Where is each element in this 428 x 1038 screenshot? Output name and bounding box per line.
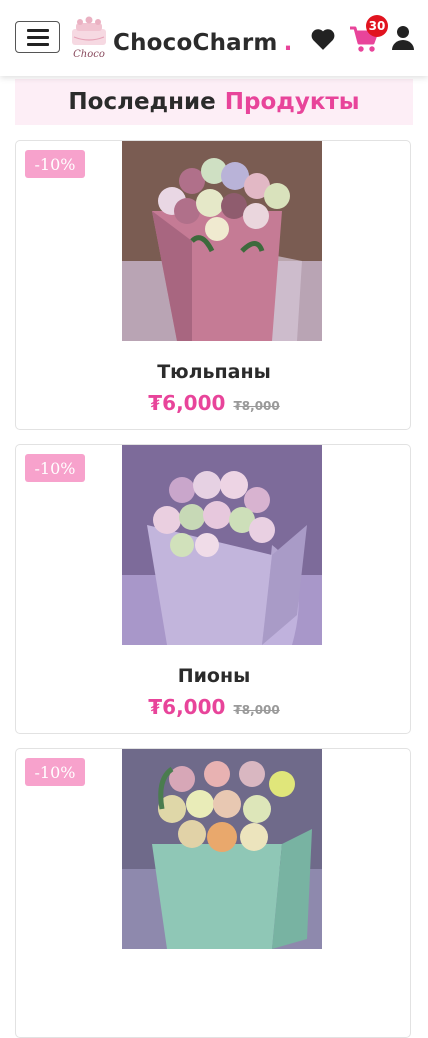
user-icon[interactable]	[392, 25, 414, 51]
menu-bar-icon	[26, 35, 49, 39]
logo-text: Choco	[73, 49, 105, 60]
price-row: ₮6,000 ₮8,000	[16, 695, 412, 719]
discount-badge: -10%	[25, 150, 85, 178]
product-name[interactable]: Пионы	[16, 665, 412, 687]
product-image[interactable]	[122, 445, 322, 645]
product-old-price: ₮8,000	[233, 399, 280, 413]
product-card[interactable]: -10%	[15, 748, 411, 1038]
product-price: ₮6,000	[148, 695, 226, 719]
site-header: Choco ChocoCharm. 30	[0, 0, 428, 76]
hamburger-menu-button[interactable]	[15, 21, 60, 53]
discount-badge: -10%	[25, 454, 85, 482]
product-price: ₮6,000	[148, 391, 226, 415]
product-image[interactable]	[122, 749, 322, 949]
menu-bar-icon	[26, 28, 49, 32]
cart-count-badge: 30	[366, 15, 388, 37]
brand-name[interactable]: ChocoCharm.	[113, 30, 293, 56]
heart-icon[interactable]	[310, 27, 336, 51]
menu-bar-icon	[26, 42, 49, 46]
section-title-word2: Продукты	[224, 89, 360, 115]
product-old-price: ₮8,000	[233, 703, 280, 717]
section-title: Последние Продукты	[15, 79, 413, 125]
price-row: ₮6,000 ₮8,000	[16, 391, 412, 415]
brand-logo-image[interactable]: Choco	[64, 15, 114, 65]
product-image[interactable]	[122, 141, 322, 341]
brand-text: ChocoCharm	[113, 30, 278, 56]
product-card[interactable]: -10% Тюльпаны ₮6,000 ₮8,000	[15, 140, 411, 430]
discount-badge: -10%	[25, 758, 85, 786]
brand-dot: .	[283, 30, 293, 56]
section-title-word1: Последние	[68, 89, 216, 115]
product-name[interactable]: Тюльпаны	[16, 361, 412, 383]
product-card[interactable]: -10% Пионы ₮6,000 ₮8,000	[15, 444, 411, 734]
